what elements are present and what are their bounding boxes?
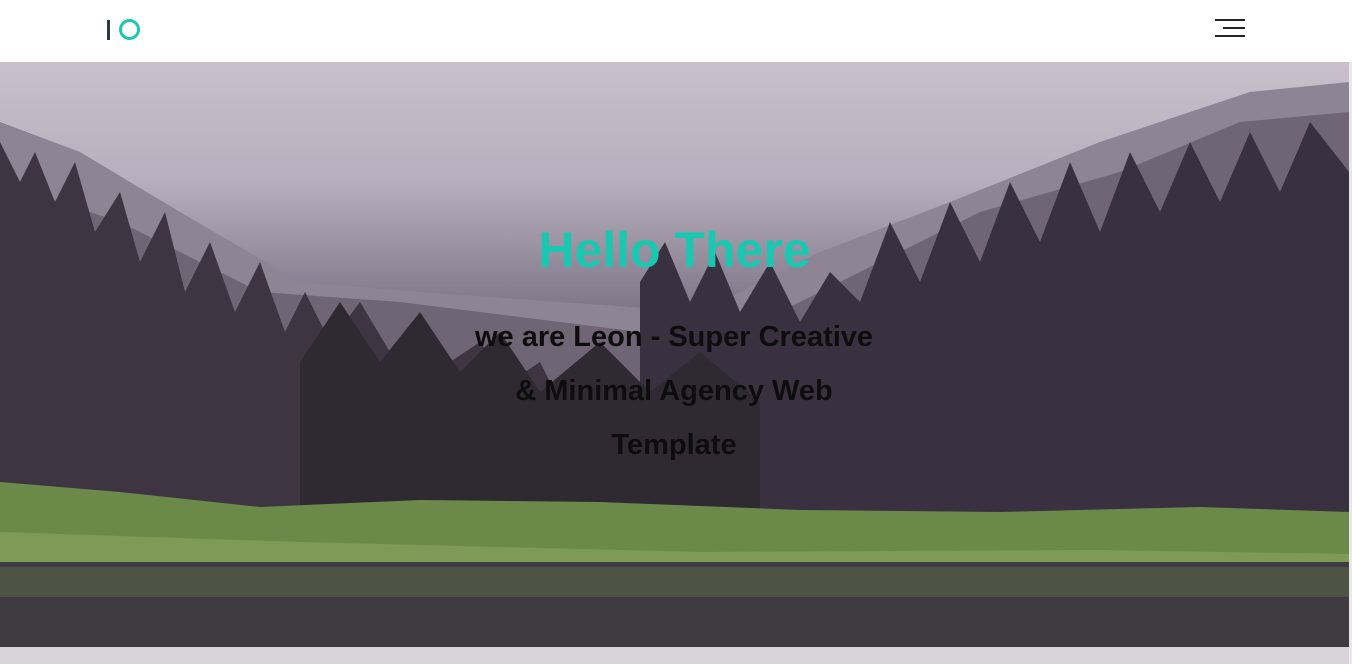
hamburger-icon-line [1215,19,1245,21]
logo-link[interactable] [107,18,141,42]
hamburger-icon-line [1215,35,1245,37]
hero-content: Hello There we are Leon - Super Creative… [0,62,1349,664]
logo-ring-icon [119,19,140,40]
hero-title: Hello There [538,222,811,278]
site-header [0,0,1352,62]
logo-mark-icon [107,20,110,40]
hamburger-icon-line [1223,27,1245,29]
hero-section: Hello There we are Leon - Super Creative… [0,62,1349,664]
menu-toggle-button[interactable] [1211,15,1249,41]
hero-subtitle: we are Leon - Super Creative & Minimal A… [474,321,874,461]
